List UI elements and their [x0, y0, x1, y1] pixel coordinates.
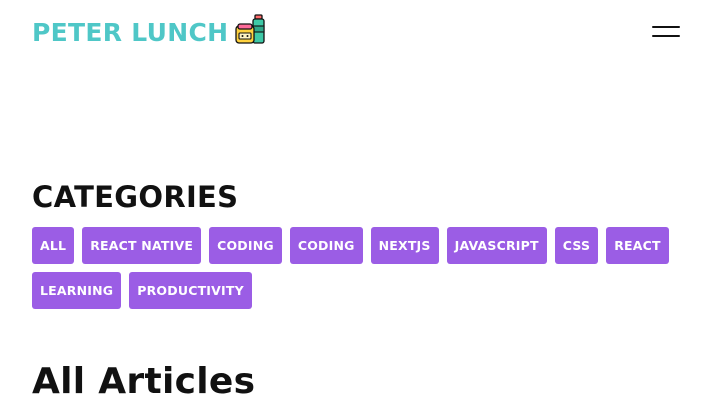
- category-chip-react-native[interactable]: REACT NATIVE: [82, 227, 202, 264]
- category-chip-react[interactable]: REACT: [606, 227, 669, 264]
- hamburger-icon-line: [652, 35, 680, 37]
- site-header: PETER LUNCH: [0, 0, 720, 64]
- hamburger-icon: [652, 26, 680, 28]
- category-chip-css[interactable]: CSS: [554, 227, 599, 264]
- lunchbox-icon: [235, 14, 265, 44]
- category-chip-learning[interactable]: LEARNING: [32, 272, 122, 309]
- category-chip-coding-2[interactable]: CODING: [289, 227, 363, 264]
- logo-link[interactable]: PETER LUNCH: [32, 14, 266, 46]
- menu-button[interactable]: [650, 22, 682, 44]
- category-chip-nextjs[interactable]: NEXTJS: [370, 227, 439, 264]
- category-chip-productivity[interactable]: PRODUCTIVITY: [129, 272, 252, 309]
- logo-text: PETER LUNCH: [32, 18, 229, 47]
- category-chip-all[interactable]: ALL: [32, 227, 75, 264]
- categories-heading: CATEGORIES: [32, 180, 239, 214]
- page: PETER LUNCH CATEGORIES ALL REACT NATIVE …: [0, 0, 720, 405]
- all-articles-heading: All Articles: [32, 361, 256, 402]
- category-chip-coding[interactable]: CODING: [209, 227, 282, 264]
- category-chip-list: ALL REACT NATIVE CODING CODING NEXTJS JA…: [32, 227, 672, 309]
- category-chip-javascript[interactable]: JAVASCRIPT: [446, 227, 547, 264]
